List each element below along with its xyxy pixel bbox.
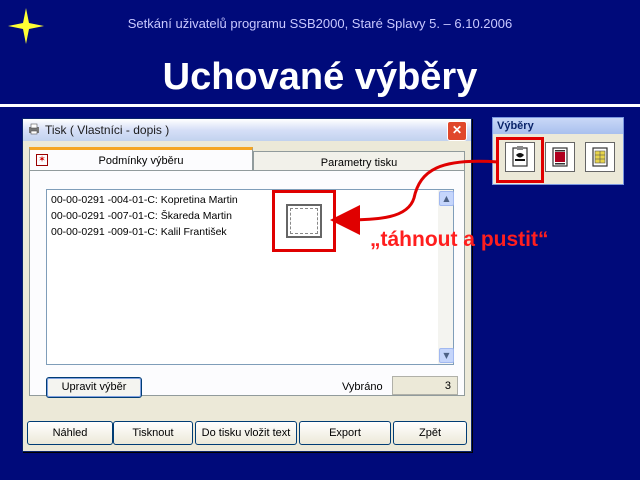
filter-icon: ✶ <box>36 154 48 166</box>
scroll-down-icon[interactable]: ▼ <box>439 348 454 363</box>
list-item[interactable]: 00-00-0291 -009-01-C: Kalil František <box>51 226 227 238</box>
edit-selection-button[interactable]: Upravit výběr <box>46 377 142 398</box>
slide-title: Uchované výběry <box>162 56 478 98</box>
filmstrip-selection-button[interactable] <box>545 142 575 172</box>
list-item[interactable]: 00-00-0291 -007-01-C: Škareda Martin <box>51 210 232 222</box>
dialog-title: Tisk ( Vlastníci - dopis ) <box>45 123 170 137</box>
palette-title: Výběry <box>493 118 623 134</box>
drag-ghost-icon <box>286 204 322 238</box>
tab-label: Podmínky výběru <box>98 155 184 167</box>
slide-header: Setkání uživatelů programu SSB2000, Star… <box>127 16 513 31</box>
grid-selection-button[interactable] <box>585 142 615 172</box>
title-divider <box>0 104 640 107</box>
drag-drop-annotation: „táhnout a pustit“ <box>370 228 549 251</box>
filmstrip-selection-icon <box>552 147 568 167</box>
preview-button[interactable]: Náhled <box>27 421 113 445</box>
close-button[interactable]: ✕ <box>447 121 467 141</box>
insert-text-button[interactable]: Do tisku vložit text <box>195 421 297 445</box>
export-button[interactable]: Export <box>299 421 391 445</box>
back-button[interactable]: Zpět <box>393 421 467 445</box>
selected-count-value: 3 <box>392 376 458 395</box>
dialog-titlebar[interactable]: Tisk ( Vlastníci - dopis ) ✕ <box>23 119 471 141</box>
selected-count-label: Vybráno <box>342 381 383 393</box>
close-icon: ✕ <box>451 123 463 137</box>
list-item[interactable]: 00-00-0291 -004-01-C: Kopretina Martin <box>51 194 238 206</box>
tab-podminky-vyberu[interactable]: ✶ Podmínky výběru <box>29 147 253 170</box>
drop-target-highlight <box>272 190 336 252</box>
print-button[interactable]: Tisknout <box>113 421 193 445</box>
grid-selection-icon <box>592 147 608 167</box>
printer-icon <box>29 123 39 135</box>
